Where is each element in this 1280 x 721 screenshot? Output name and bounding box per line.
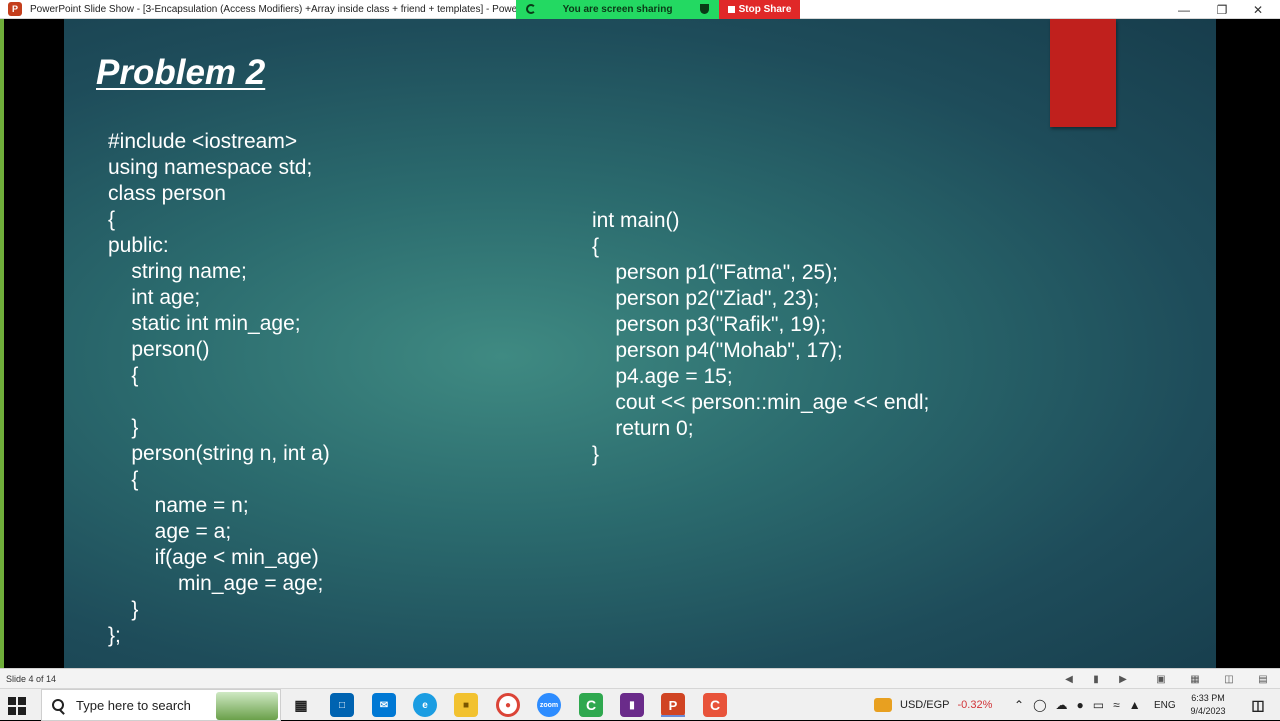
slide[interactable]: Problem 2 #include <iostream> using names…: [64, 19, 1216, 668]
main-code-block: int main() { person p1("Fatma", 25); pers…: [592, 208, 929, 468]
clock-date: 9/4/2023: [1190, 706, 1226, 716]
language-indicator[interactable]: ENG: [1154, 689, 1176, 721]
slide-sorter-icon[interactable]: ▦: [1188, 672, 1202, 686]
microphone-icon[interactable]: ●: [1077, 698, 1084, 712]
screen-sharing-label: You are screen sharing: [562, 4, 673, 15]
chrome-icon[interactable]: ●: [496, 693, 520, 717]
code-line: person p2("Ziad", 23);: [592, 287, 820, 310]
code-line: public:: [108, 234, 169, 257]
notification-icon[interactable]: ◫: [1246, 693, 1270, 717]
store-icon[interactable]: □: [330, 693, 354, 717]
powerpoint-taskbar-icon[interactable]: P: [661, 693, 685, 717]
camtasia-recorder-icon[interactable]: C: [703, 693, 727, 717]
code-line: int age;: [108, 286, 201, 309]
chevron-up-icon[interactable]: ⌃: [1014, 698, 1024, 712]
slide-show-icon[interactable]: ▤: [1256, 672, 1270, 686]
code-line: };: [108, 624, 121, 647]
code-line: {: [108, 208, 116, 231]
currency-change: -0.32%: [957, 699, 993, 711]
stop-share-label: Stop Share: [738, 4, 792, 15]
window-title: PowerPoint Slide Show - [3-Encapsulation…: [30, 3, 530, 15]
code-line: class person: [108, 182, 226, 205]
taskbar: Type here to search ▦ □ ✉ e ■ ● zoom C ▮…: [0, 688, 1280, 721]
code-line: {: [592, 235, 600, 258]
code-line: name = n;: [108, 494, 249, 517]
code-line: if(age < min_age): [108, 546, 319, 569]
code-line: {: [108, 364, 139, 387]
battery-icon[interactable]: ▭: [1093, 698, 1104, 712]
code-line: }: [108, 416, 139, 439]
slide-counter: Slide 4 of 14: [6, 673, 57, 684]
next-slide-icon[interactable]: ▶: [1116, 672, 1130, 686]
code-line: min_age = age;: [108, 572, 324, 595]
previous-slide-icon[interactable]: ◀: [1062, 672, 1076, 686]
shield-tray-icon[interactable]: ◯: [1033, 698, 1046, 712]
camtasia-icon[interactable]: C: [579, 693, 603, 717]
clock-time: 6:33 PM: [1191, 693, 1225, 703]
code-line: {: [108, 468, 139, 491]
window-titlebar: P PowerPoint Slide Show - [3-Encapsulati…: [0, 0, 1280, 19]
taskbar-search-box[interactable]: Type here to search: [41, 689, 281, 721]
code-line: person(string n, int a): [108, 442, 330, 465]
powerpoint-icon: P: [8, 2, 22, 16]
status-bar: Slide 4 of 14 ◀ ▮ ▶ ▣ ▦ ◫ ▤: [0, 668, 1280, 688]
slide-title: Problem 2: [96, 53, 266, 92]
decorative-red-tab: [1050, 19, 1116, 127]
code-line: }: [108, 598, 139, 621]
code-line: }: [592, 443, 600, 466]
system-tray: ⌃ ◯ ☁ ● ▭ ≈ ▲: [1014, 689, 1141, 721]
sharing-icon: [526, 4, 536, 14]
class-code-block: #include <iostream> using namespace std; c…: [108, 129, 330, 649]
cloud-icon[interactable]: ☁: [1056, 698, 1068, 712]
code-line: age = a;: [108, 520, 232, 543]
stop-share-button[interactable]: Stop Share: [719, 0, 800, 19]
wifi-icon[interactable]: ≈: [1113, 698, 1120, 712]
code-line: using namespace std;: [108, 156, 313, 179]
stop-icon: [727, 6, 735, 13]
restore-button[interactable]: ❐: [1204, 0, 1240, 19]
slide-menu-icon[interactable]: ▮: [1089, 672, 1103, 686]
code-line: return 0;: [592, 417, 694, 440]
chart-icon: [874, 698, 892, 712]
search-placeholder: Type here to search: [76, 697, 191, 713]
code-line: person(): [108, 338, 210, 361]
zoom-icon[interactable]: zoom: [537, 693, 561, 717]
minimize-button[interactable]: —: [1166, 0, 1202, 19]
code-line: person p4("Mohab", 17);: [592, 339, 843, 362]
mail-icon[interactable]: ✉: [372, 693, 396, 717]
code-line: #include <iostream>: [108, 130, 298, 153]
search-icon: [52, 699, 64, 711]
code-line: person p1("Fatma", 25);: [592, 261, 839, 284]
windows-start-icon[interactable]: [8, 697, 26, 715]
code-line: cout << person::min_age << endl;: [592, 391, 930, 414]
search-highlight-image: [216, 692, 278, 720]
shield-icon: [700, 4, 709, 14]
screen-sharing-badge[interactable]: You are screen sharing: [516, 0, 719, 19]
file-explorer-icon[interactable]: ■: [454, 693, 478, 717]
task-view-icon[interactable]: ▦: [289, 693, 313, 717]
window-edge: [0, 19, 4, 668]
normal-view-icon[interactable]: ▣: [1154, 672, 1168, 686]
currency-label: USD/EGP: [900, 699, 950, 711]
code-line: p4.age = 15;: [592, 365, 733, 388]
volume-icon[interactable]: ▲: [1129, 698, 1141, 712]
code-line: int main(): [592, 209, 680, 232]
clock[interactable]: 6:33 PM 9/4/2023: [1180, 692, 1236, 718]
code-line: static int min_age;: [108, 312, 301, 335]
edge-icon[interactable]: e: [413, 693, 437, 717]
currency-widget[interactable]: USD/EGP -0.32%: [874, 689, 992, 721]
winrar-icon[interactable]: ▮: [620, 693, 644, 717]
reading-view-icon[interactable]: ◫: [1222, 672, 1236, 686]
code-line: person p3("Rafik", 19);: [592, 313, 827, 336]
slide-show-area: Problem 2 #include <iostream> using names…: [0, 19, 1280, 668]
code-line: string name;: [108, 260, 247, 283]
close-button[interactable]: ✕: [1240, 0, 1276, 19]
